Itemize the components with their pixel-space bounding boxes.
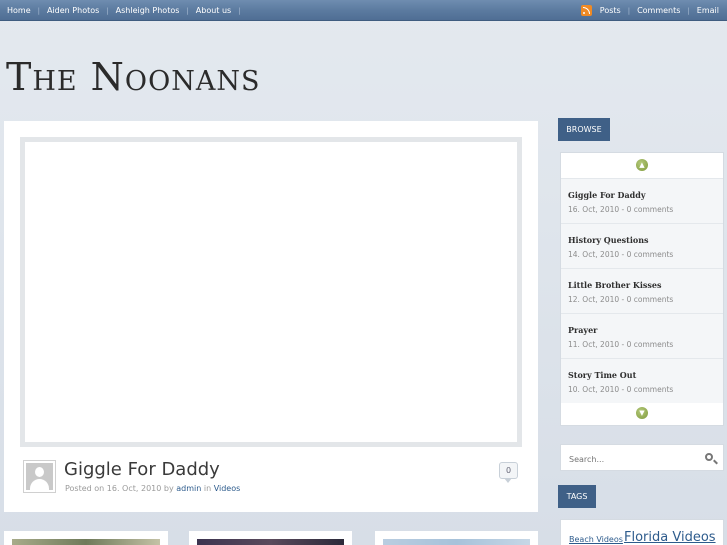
browse-item-meta: 10. Oct, 2010 - 0 comments — [568, 385, 674, 394]
nav-separator: | — [687, 6, 690, 15]
search-widget — [560, 444, 724, 471]
top-nav-bar: Home | Aiden Photos | Ashleigh Photos | … — [0, 0, 727, 21]
scroll-up-arrow-icon[interactable]: ▲ — [636, 159, 648, 171]
browse-widget: ▲ Giggle For Daddy 16. Oct, 2010 - 0 com… — [560, 152, 724, 426]
post-title[interactable]: Giggle For Daddy — [64, 459, 220, 480]
thumbnail-card[interactable] — [375, 531, 538, 545]
browse-item-title[interactable]: Prayer — [568, 325, 597, 335]
nav-separator: | — [37, 6, 40, 15]
list-item[interactable]: Story Time Out 10. Oct, 2010 - 0 comment… — [561, 358, 723, 403]
nav-home[interactable]: Home — [7, 6, 31, 15]
avatar — [23, 460, 56, 493]
nav-ashleigh-photos[interactable]: Ashleigh Photos — [116, 6, 180, 15]
tag-cloud: Beach Videos Florida Videos — [560, 519, 724, 545]
list-item[interactable]: Giggle For Daddy 16. Oct, 2010 - 0 comme… — [561, 178, 723, 223]
nav-separator: | — [238, 6, 241, 15]
nav-separator: | — [627, 6, 631, 15]
user-silhouette-icon — [26, 463, 53, 490]
browse-item-meta: 11. Oct, 2010 - 0 comments — [568, 340, 674, 349]
list-item[interactable]: Little Brother Kisses 12. Oct, 2010 - 0 … — [561, 268, 723, 313]
nav-comments[interactable]: Comments — [637, 6, 680, 15]
search-input[interactable] — [569, 453, 699, 465]
thumbnail-card[interactable] — [4, 531, 168, 545]
browse-item-meta: 14. Oct, 2010 - 0 comments — [568, 250, 674, 259]
thumbnail-card[interactable] — [189, 531, 352, 545]
list-item[interactable]: History Questions 14. Oct, 2010 - 0 comm… — [561, 223, 723, 268]
nav-posts[interactable]: Posts — [600, 6, 621, 15]
browse-item-meta: 12. Oct, 2010 - 0 comments — [568, 295, 674, 304]
post-category-link[interactable]: Videos — [214, 484, 241, 493]
nav-separator: | — [106, 6, 109, 15]
browse-heading: BROWSE — [558, 118, 610, 141]
search-icon[interactable] — [705, 453, 713, 461]
browse-item-title[interactable]: Giggle For Daddy — [568, 190, 646, 200]
nav-separator: | — [186, 6, 189, 15]
browse-item-title[interactable]: Little Brother Kisses — [568, 280, 661, 290]
rss-icon[interactable] — [580, 5, 592, 16]
post-in-text: in — [201, 484, 214, 493]
thumbnail-image — [12, 539, 160, 545]
nav-email[interactable]: Email — [697, 6, 719, 15]
tag-link[interactable]: Beach Videos — [569, 535, 623, 544]
video-player[interactable] — [20, 137, 522, 447]
browse-item-title[interactable]: Story Time Out — [568, 370, 636, 380]
post-author-link[interactable]: admin — [176, 484, 201, 493]
nav-aiden-photos[interactable]: Aiden Photos — [47, 6, 99, 15]
main-nav: Home | Aiden Photos | Ashleigh Photos | … — [7, 0, 248, 21]
tag-link[interactable]: Florida Videos — [624, 530, 716, 545]
scroll-down-arrow-icon[interactable]: ▼ — [636, 407, 648, 419]
post-meta: Posted on 16. Oct, 2010 by admin in Vide… — [65, 484, 240, 493]
tags-heading: TAGS — [558, 485, 596, 508]
featured-post-panel: Giggle For Daddy Posted on 16. Oct, 2010… — [4, 121, 538, 512]
site-title[interactable]: The Noonans — [6, 55, 260, 99]
comment-count-badge[interactable]: 0 — [499, 462, 518, 483]
list-item[interactable]: Prayer 11. Oct, 2010 - 0 comments — [561, 313, 723, 358]
browse-item-meta: 16. Oct, 2010 - 0 comments — [568, 205, 674, 214]
nav-about-us[interactable]: About us — [196, 6, 231, 15]
post-date-text: Posted on 16. Oct, 2010 by — [65, 484, 177, 493]
feed-nav: Posts | Comments | Email — [580, 0, 719, 21]
thumbnail-image — [383, 539, 530, 545]
browse-item-title[interactable]: History Questions — [568, 235, 649, 245]
thumbnail-image — [197, 539, 344, 545]
